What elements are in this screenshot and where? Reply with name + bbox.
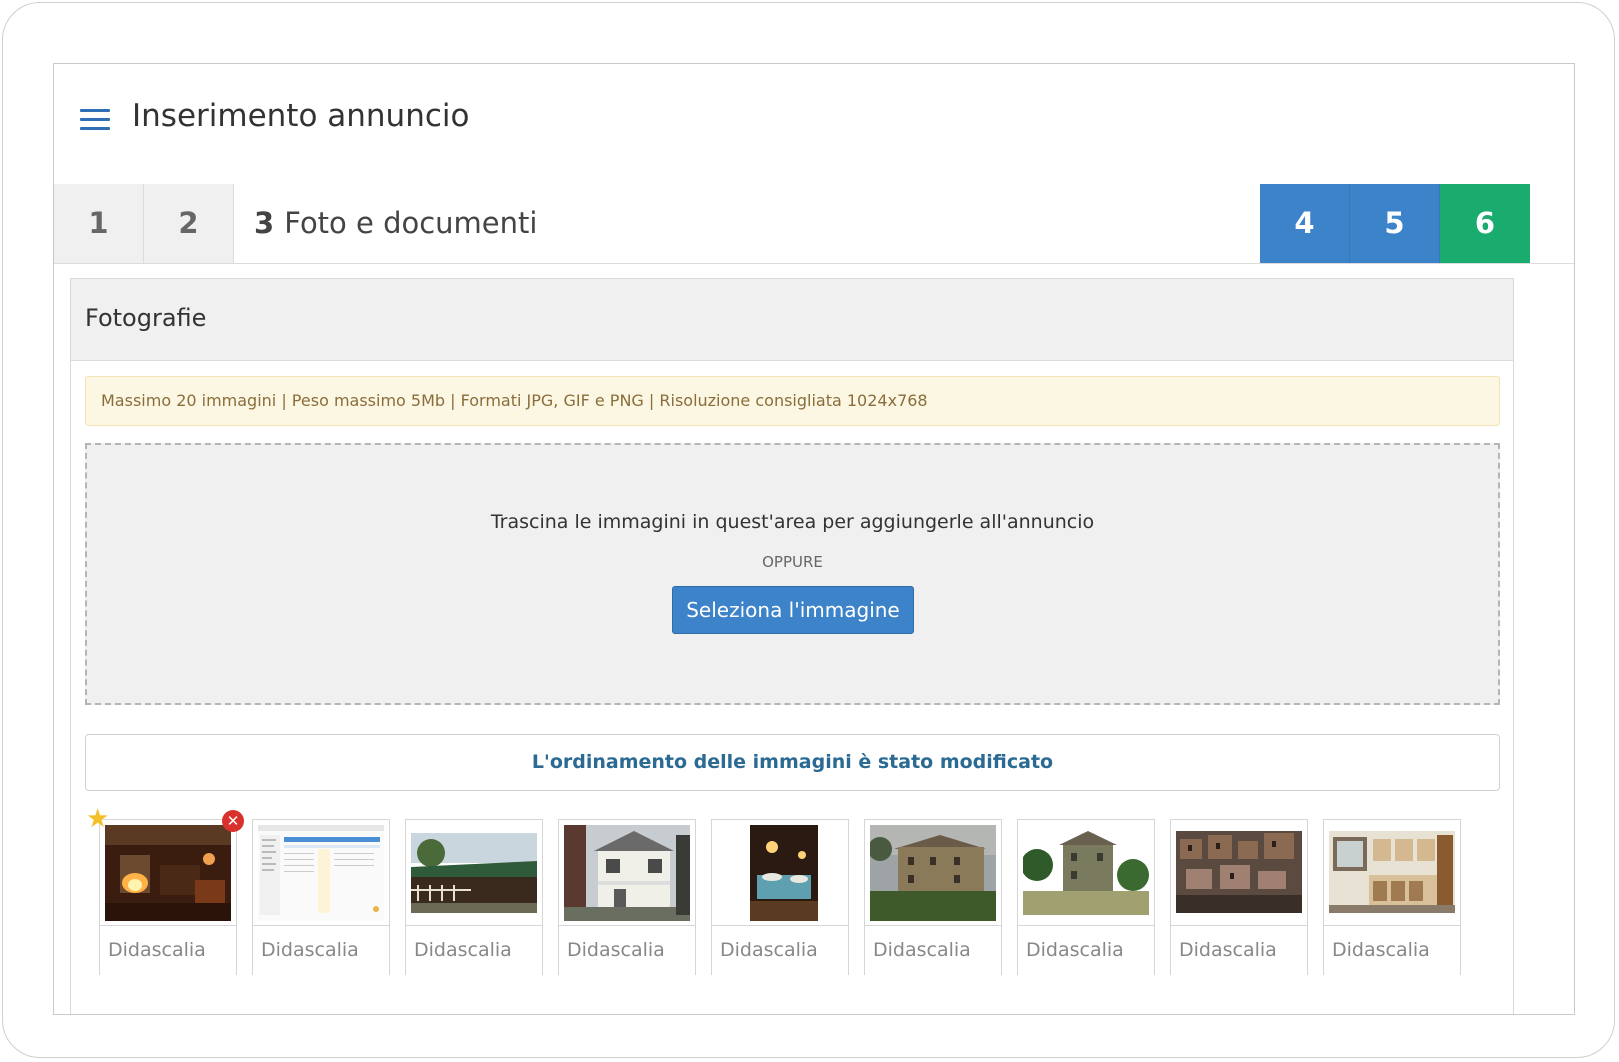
photos-panel: Fotografie Massimo 20 immagini | Peso ma… (70, 278, 1514, 1014)
photo-item: Didascalia (405, 819, 543, 975)
photo-image[interactable] (870, 825, 996, 921)
photo-item: Didascalia (1323, 819, 1461, 975)
dropzone-text: Trascina le immagini in quest'area per a… (490, 511, 1095, 533)
photo-item: Didascalia (252, 819, 390, 975)
step-number: 3 (254, 206, 275, 240)
upload-limits-alert: Massimo 20 immagini | Peso massimo 5Mb |… (85, 376, 1500, 426)
photo-image[interactable] (411, 825, 537, 921)
photo-image[interactable] (717, 825, 843, 921)
step-1[interactable]: 1 (54, 184, 144, 263)
photo-item: Didascalia (711, 819, 849, 975)
panel-title: Fotografie (85, 304, 207, 332)
photo-item: Didascalia (864, 819, 1002, 975)
photo-caption-input[interactable]: Didascalia (1324, 925, 1460, 975)
remove-photo-icon[interactable]: ✕ (222, 810, 244, 832)
hamburger-menu-icon[interactable] (80, 109, 110, 131)
step-3-active: 3 Foto e documenti (234, 184, 1260, 263)
photo-caption-input[interactable]: Didascalia (1018, 925, 1154, 975)
step-number: 6 (1474, 206, 1496, 240)
photo-caption-input[interactable]: Didascalia (406, 925, 542, 975)
photo-item: Didascalia ★ ✕ (86, 806, 244, 975)
step-number: 2 (178, 206, 199, 240)
photo-caption-input[interactable]: Didascalia (253, 925, 389, 975)
photo-item: Didascalia (1170, 819, 1308, 975)
photo-image[interactable] (1329, 825, 1455, 921)
step-number: 5 (1384, 206, 1405, 240)
step-label: Foto e documenti (284, 206, 538, 240)
step-5[interactable]: 5 (1350, 184, 1440, 263)
header: Inserimento annuncio (54, 64, 1574, 185)
photo-item: Didascalia (558, 819, 696, 975)
photo-image[interactable] (564, 825, 690, 921)
step-2[interactable]: 2 (144, 184, 234, 263)
step-6[interactable]: 6 (1440, 184, 1530, 263)
photo-item: Didascalia (1017, 819, 1155, 975)
photo-caption-input[interactable]: Didascalia (1171, 925, 1307, 975)
photo-caption-input[interactable]: Didascalia (100, 925, 236, 975)
image-dropzone[interactable]: Trascina le immagini in quest'area per a… (85, 443, 1500, 705)
primary-star-icon[interactable]: ★ (86, 806, 112, 832)
photo-image[interactable] (1023, 825, 1149, 921)
select-image-button[interactable]: Seleziona l'immagine (672, 586, 914, 634)
step-4[interactable]: 4 (1260, 184, 1350, 263)
step-number: 4 (1294, 206, 1315, 240)
photo-caption-input[interactable]: Didascalia (559, 925, 695, 975)
sort-changed-message: L'ordinamento delle immagini è stato mod… (85, 734, 1500, 791)
wizard-steps: 1 2 3 Foto e documenti 4 5 6 (54, 184, 1574, 264)
photo-caption-input[interactable]: Didascalia (712, 925, 848, 975)
panel-header: Fotografie (71, 279, 1513, 361)
app-window: Inserimento annuncio 1 2 3 Foto e docume… (53, 63, 1575, 1015)
dropzone-or: OPPURE (762, 553, 823, 571)
device-frame: Inserimento annuncio 1 2 3 Foto e docume… (2, 2, 1615, 1058)
page-title: Inserimento annuncio (132, 98, 470, 134)
photo-image[interactable] (1176, 825, 1302, 921)
photo-image[interactable] (105, 825, 231, 921)
photo-image[interactable] (258, 825, 384, 921)
photo-thumbnails: Didascalia ★ ✕ Didascalia Didascalia Did… (86, 806, 1499, 979)
step-number: 1 (88, 206, 109, 240)
photo-caption-input[interactable]: Didascalia (865, 925, 1001, 975)
